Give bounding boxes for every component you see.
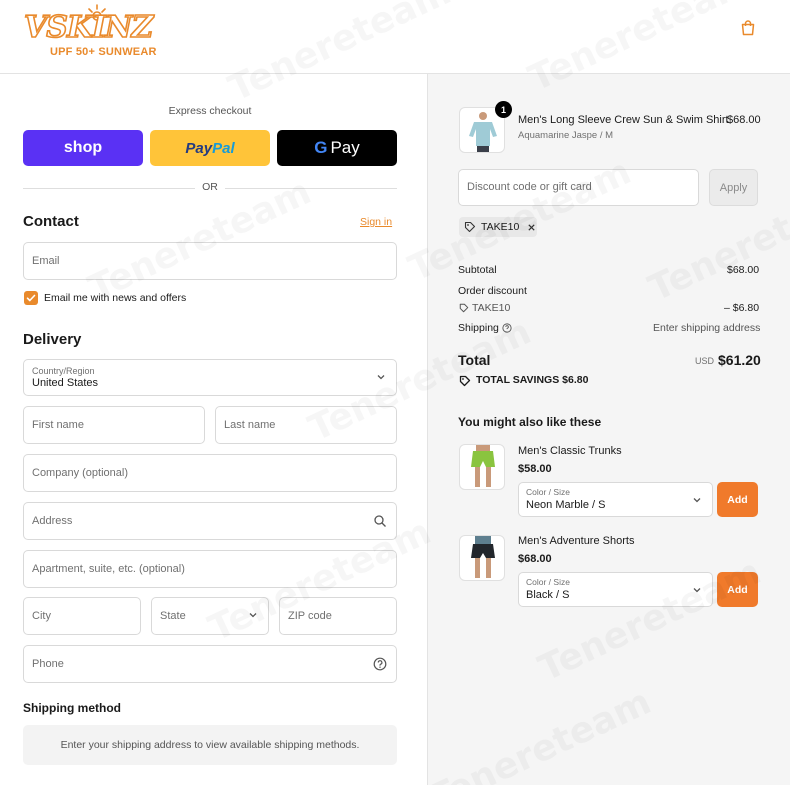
zip-placeholder: ZIP code xyxy=(288,610,332,622)
subtotal-value: $68.00 xyxy=(727,264,760,276)
upsell-variant-select[interactable]: Color / Size Neon Marble / S xyxy=(518,482,713,517)
chevron-down-icon xyxy=(377,375,385,380)
first-name-placeholder: First name xyxy=(32,419,84,431)
email-field[interactable]: Email xyxy=(23,242,397,280)
shop-pay-label: shop xyxy=(63,139,103,156)
apply-discount-button[interactable]: Apply xyxy=(709,169,758,206)
paypal-label-pal: Pal xyxy=(212,139,235,157)
total-savings-label: TOTAL SAVINGS xyxy=(476,374,560,386)
upsell-item-price: $68.00 xyxy=(518,553,552,565)
upsell-item-price: $58.00 xyxy=(518,463,552,475)
checkout-form-column: Express checkout shop Pay Pal G Pay OR Co… xyxy=(0,74,427,785)
discount-code-label: TAKE10 xyxy=(472,302,511,314)
logo-wordmark: VSKINZ xyxy=(23,9,154,46)
applied-discount-code: TAKE10 xyxy=(481,221,520,233)
discount-code-input[interactable]: Discount code or gift card xyxy=(458,169,699,206)
company-placeholder: Company (optional) xyxy=(32,467,128,479)
phone-placeholder: Phone xyxy=(32,658,64,670)
first-name-field[interactable]: First name xyxy=(23,406,205,444)
currency-label: USD xyxy=(695,356,715,366)
newsletter-checkbox[interactable] xyxy=(24,291,38,305)
variant-value: Black / S xyxy=(526,589,570,601)
logo-tagline: UPF 50+ SUNWEAR xyxy=(50,46,157,58)
cart-item-name: Men's Long Sleeve Crew Sun & Swim Shirt xyxy=(518,114,729,126)
brand-logo[interactable]: VSKINZ UPF 50+ SUNWEAR xyxy=(22,4,156,62)
tag-icon xyxy=(464,221,476,233)
or-label: OR xyxy=(195,181,225,193)
phone-field[interactable]: Phone xyxy=(23,645,397,683)
total-label: Total xyxy=(458,352,491,368)
discount-value: – $6.80 xyxy=(724,302,760,314)
checkmark-icon xyxy=(26,294,36,302)
remove-discount-icon[interactable] xyxy=(527,223,536,232)
shorts-image xyxy=(471,536,495,578)
state-select[interactable]: State xyxy=(151,597,269,635)
newsletter-label: Email me with news and offers xyxy=(44,292,187,304)
apartment-field[interactable]: Apartment, suite, etc. (optional) xyxy=(23,550,397,588)
shipping-label: Shipping xyxy=(458,322,499,334)
chevron-down-icon xyxy=(249,613,257,618)
shop-pay-button[interactable]: shop xyxy=(23,130,143,166)
upsell-item-name: Men's Adventure Shorts xyxy=(518,535,635,547)
savings-tag-icon xyxy=(459,375,471,387)
state-placeholder: State xyxy=(160,610,186,622)
last-name-placeholder: Last name xyxy=(224,419,276,431)
city-placeholder: City xyxy=(32,610,51,622)
upsell-thumbnail xyxy=(459,444,505,490)
company-field[interactable]: Company (optional) xyxy=(23,454,397,492)
total-value: $61.20 xyxy=(718,352,761,368)
shipping-method-notice: Enter your shipping address to view avai… xyxy=(23,725,397,765)
variant-value: Neon Marble / S xyxy=(526,499,606,511)
city-field[interactable]: City xyxy=(23,597,141,635)
chevron-down-icon xyxy=(693,588,701,593)
country-label: Country/Region xyxy=(32,366,95,376)
discount-placeholder: Discount code or gift card xyxy=(467,181,592,193)
country-select[interactable]: Country/Region United States xyxy=(23,359,397,396)
paypal-label-pay: Pay xyxy=(185,139,213,157)
contact-heading: Contact xyxy=(23,213,79,230)
add-upsell-button[interactable]: Add xyxy=(717,482,758,517)
shipping-method-heading: Shipping method xyxy=(23,701,121,715)
express-checkout-label: Express checkout xyxy=(168,105,252,117)
cart-item-variant: Aquamarine Jaspe / M xyxy=(518,130,614,141)
shipping-value: Enter shipping address xyxy=(653,322,761,334)
upsell-heading: You might also like these xyxy=(458,415,602,429)
upsell-variant-select[interactable]: Color / Size Black / S xyxy=(518,572,713,607)
variant-label: Color / Size xyxy=(526,487,570,497)
google-g-icon: G xyxy=(314,138,328,157)
trunks-image xyxy=(471,445,495,487)
help-icon[interactable] xyxy=(502,323,512,333)
variant-label: Color / Size xyxy=(526,577,570,587)
total-savings-value: $6.80 xyxy=(562,374,589,386)
chevron-down-icon xyxy=(693,498,701,503)
shopping-bag-icon[interactable] xyxy=(739,19,757,37)
upsell-thumbnail xyxy=(459,535,505,581)
add-upsell-button[interactable]: Add xyxy=(717,572,758,607)
email-placeholder: Email xyxy=(32,255,60,267)
address-field[interactable]: Address xyxy=(23,502,397,540)
help-icon[interactable] xyxy=(373,657,387,671)
upsell-item-name: Men's Classic Trunks xyxy=(518,445,622,457)
google-pay-label: Pay xyxy=(330,138,360,157)
google-pay-button[interactable]: G Pay xyxy=(277,130,397,166)
apartment-placeholder: Apartment, suite, etc. (optional) xyxy=(32,563,185,575)
order-discount-label: Order discount xyxy=(458,285,527,297)
sign-in-link[interactable]: Sign in xyxy=(360,216,392,228)
country-value: United States xyxy=(32,377,99,389)
applied-discount-chip: TAKE10 xyxy=(459,217,537,237)
tag-icon xyxy=(459,303,469,313)
search-icon xyxy=(374,515,386,527)
total-savings: TOTAL SAVINGS $6.80 xyxy=(476,374,588,386)
cart-item-price: $68.00 xyxy=(727,114,761,126)
subtotal-label: Subtotal xyxy=(458,264,497,276)
site-header: VSKINZ UPF 50+ SUNWEAR xyxy=(0,0,790,74)
last-name-field[interactable]: Last name xyxy=(215,406,397,444)
delivery-heading: Delivery xyxy=(23,331,82,348)
address-placeholder: Address xyxy=(32,515,73,527)
zip-code-field[interactable]: ZIP code xyxy=(279,597,397,635)
quantity-badge: 1 xyxy=(495,101,512,118)
paypal-button[interactable]: Pay Pal xyxy=(150,130,270,166)
